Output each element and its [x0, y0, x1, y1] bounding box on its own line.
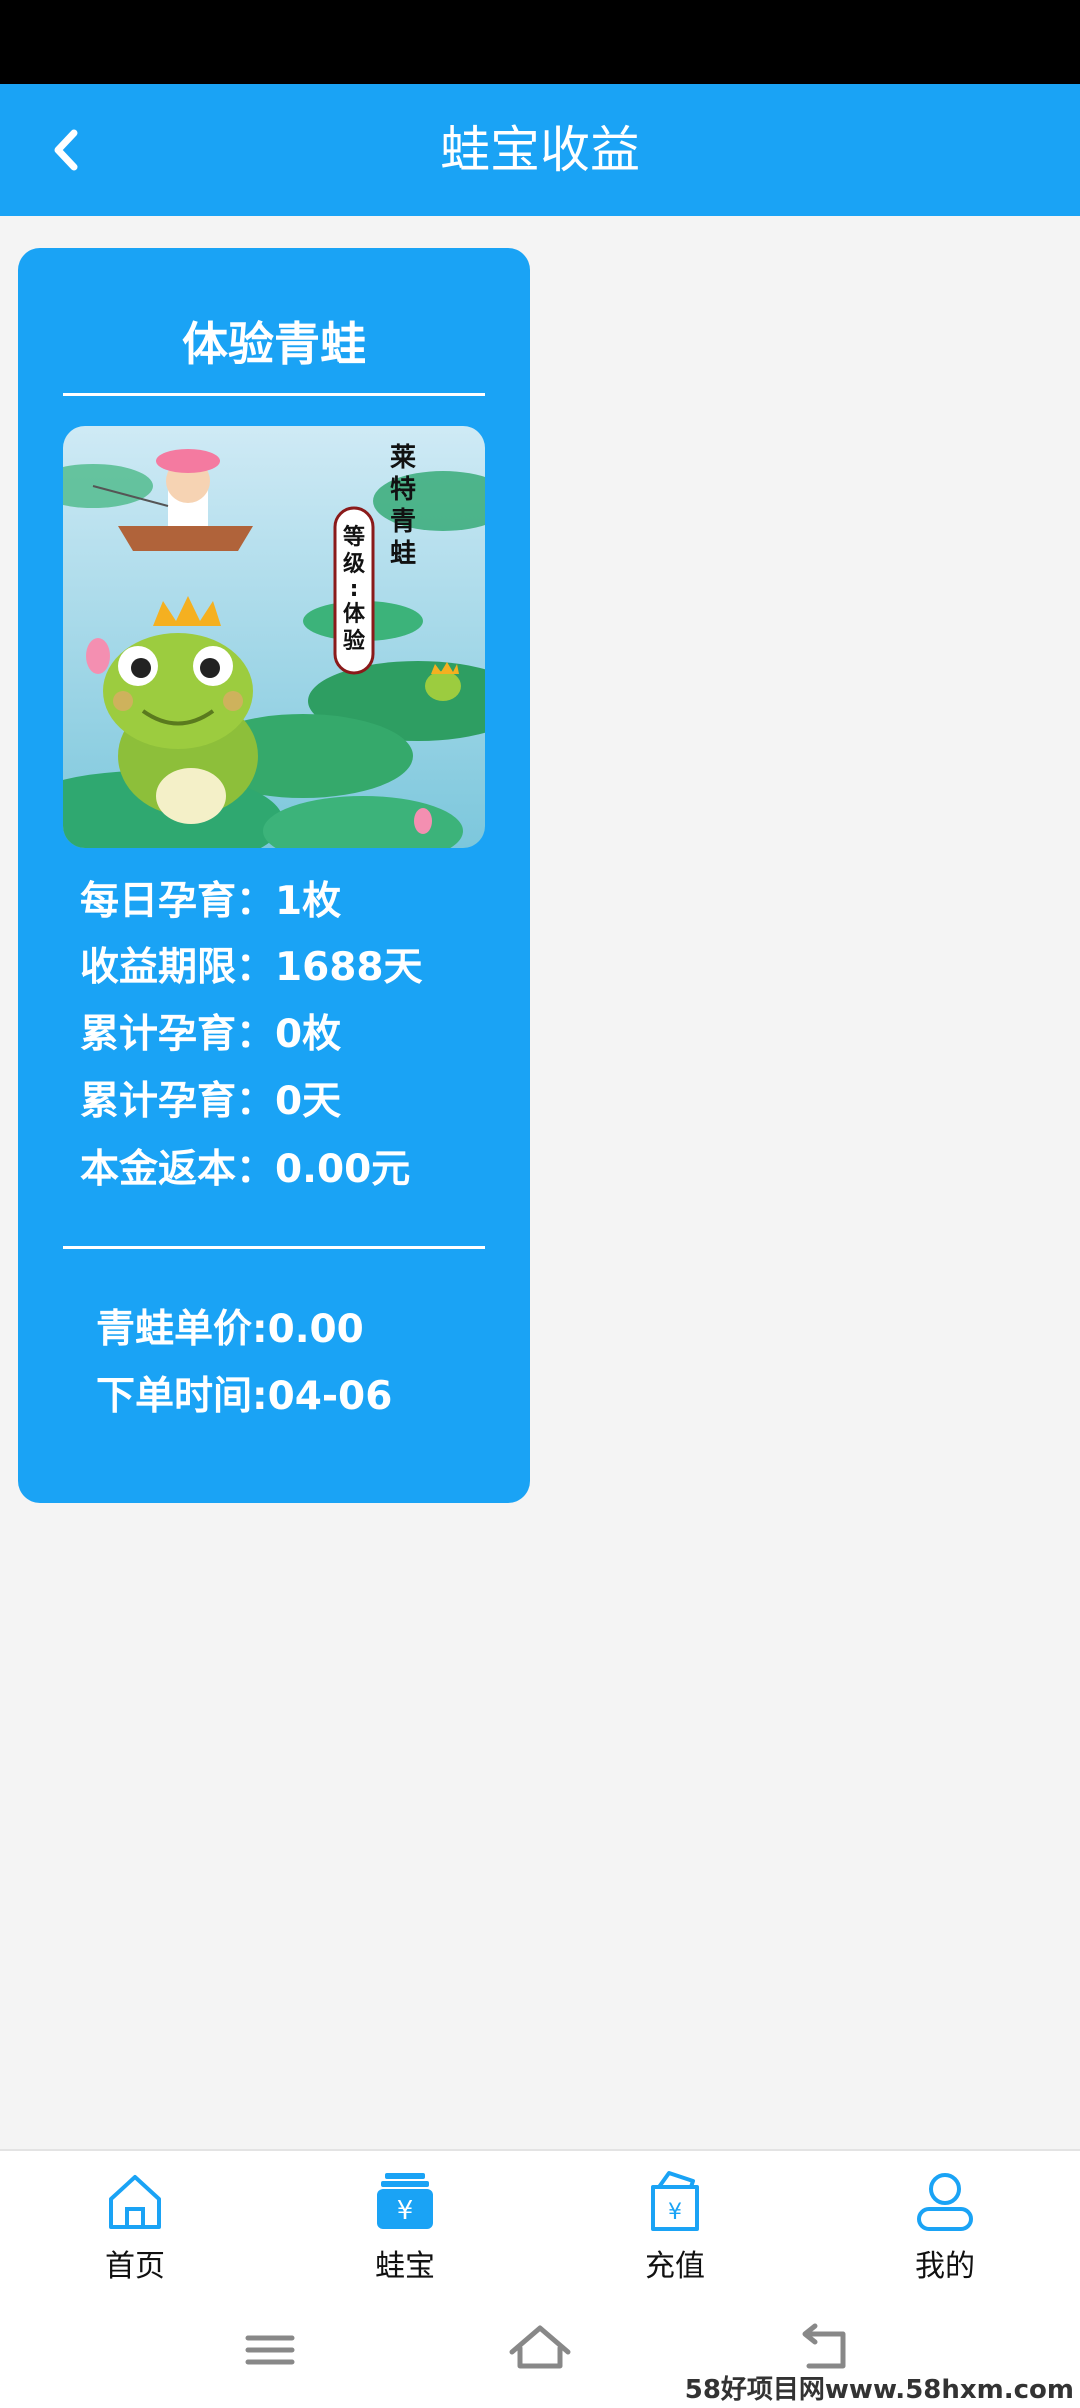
- svg-text:验: 验: [343, 628, 365, 654]
- svg-text:等: 等: [343, 524, 365, 550]
- stat-label: 每日孕育：: [80, 879, 276, 924]
- tab-profile[interactable]: 我的: [855, 2169, 1035, 2299]
- svg-text:¥: ¥: [668, 2200, 682, 2225]
- wallet-icon: ¥: [377, 2173, 433, 2229]
- recharge-icon: ¥: [651, 2171, 699, 2231]
- frog-card[interactable]: 体验 青蛙 莱 特 青 蛙 等 级: 体 验 每日孕育：1枚 收益期限：1688…: [18, 248, 530, 1503]
- tab-label: 我的: [915, 2249, 975, 2284]
- profile-icon: [917, 2173, 973, 2231]
- svg-text:莱: 莱: [390, 443, 416, 473]
- tab-label: 充值: [645, 2249, 705, 2284]
- tab-frog-treasure[interactable]: ¥ 蛙宝: [315, 2169, 495, 2299]
- stat-label: 累计孕育：: [80, 1012, 276, 1057]
- svg-text:特: 特: [390, 474, 416, 505]
- bottom-tab-bar: 首页 ¥ 蛙宝 ¥ 充值 我的: [0, 2149, 1080, 2301]
- svg-text:¥: ¥: [397, 2196, 414, 2226]
- status-bar: [0, 0, 1080, 84]
- stat-value: 0天: [275, 1079, 342, 1124]
- recent-apps-button[interactable]: [230, 2320, 310, 2380]
- svg-text::: :: [350, 577, 359, 602]
- watermark-text: 58好项目网www.58hxm.com: [684, 2375, 1074, 2405]
- stat-daily-breed: 每日孕育：1枚: [80, 870, 341, 926]
- frog-unit-price: 青蛙单价:0.00: [96, 1307, 364, 1352]
- system-nav-bar: 58好项目网www.58hxm.com: [0, 2300, 1080, 2408]
- page-title: 蛙宝收益: [440, 121, 640, 179]
- stat-income-period: 收益期限：1688天: [80, 936, 423, 992]
- stat-total-breed-count: 累计孕育：0枚: [80, 1003, 341, 1059]
- home-icon: [109, 2175, 161, 2229]
- order-time: 下单时间:04-06: [96, 1374, 393, 1419]
- svg-text:青: 青: [390, 507, 416, 537]
- menu-icon: [245, 2335, 295, 2365]
- stat-value: 1枚: [275, 879, 342, 924]
- stat-label: 累计孕育：: [80, 1079, 276, 1124]
- svg-text:体: 体: [343, 602, 366, 627]
- stat-principal-return: 本金返本：0.00元: [80, 1138, 410, 1194]
- card-title: 体验青蛙: [182, 317, 366, 371]
- app-header: 蛙宝收益: [0, 84, 1080, 216]
- tab-home[interactable]: 首页: [45, 2169, 225, 2299]
- stat-label: 收益期限：: [80, 945, 276, 990]
- home-nav-button[interactable]: [500, 2320, 580, 2380]
- tab-recharge[interactable]: ¥ 充值: [585, 2169, 765, 2299]
- home-outline-icon: [509, 2325, 571, 2369]
- stat-value: 0枚: [275, 1012, 342, 1057]
- stat-value: 1688天: [275, 945, 423, 990]
- svg-text:蛙: 蛙: [390, 539, 416, 569]
- stat-value: 0.00元: [275, 1147, 411, 1192]
- frog-image: 莱 特 青 蛙 等 级 : 体 验: [63, 426, 485, 848]
- divider: [63, 393, 485, 396]
- stat-label: 本金返本：: [80, 1147, 276, 1192]
- tab-label: 首页: [105, 2249, 165, 2284]
- tab-label: 蛙宝: [375, 2249, 435, 2284]
- stat-total-breed-days: 累计孕育：0天: [80, 1070, 341, 1126]
- svg-text:级: 级: [343, 551, 365, 577]
- divider: [63, 1246, 485, 1249]
